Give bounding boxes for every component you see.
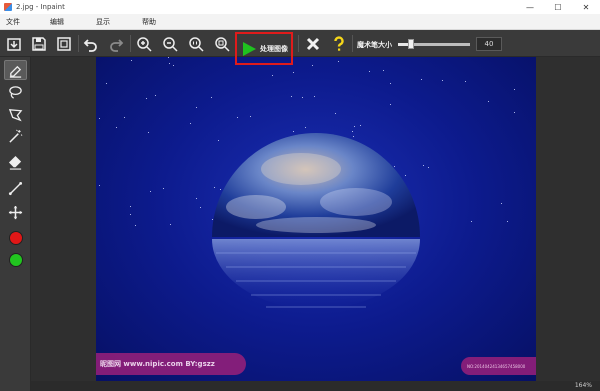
- save-icon: [32, 37, 46, 51]
- marker-tool[interactable]: [4, 60, 27, 80]
- menu-help[interactable]: 帮助: [142, 17, 156, 27]
- eraser-icon: [8, 155, 22, 170]
- title-bar: 2.jpg - Inpaint — ☐ ✕: [0, 0, 600, 14]
- toolbar-separator: [78, 35, 79, 52]
- zoom-in-icon: [137, 37, 152, 52]
- toolbar-separator: [352, 35, 353, 52]
- status-bar: 164%: [31, 381, 600, 391]
- save-button[interactable]: [29, 34, 49, 54]
- save-as-button[interactable]: [54, 34, 74, 54]
- menu-view[interactable]: 显示: [96, 17, 110, 27]
- brush-size-label: 魔术笔大小: [357, 41, 392, 49]
- move-tool[interactable]: [4, 202, 27, 222]
- play-icon: [243, 41, 256, 56]
- maximize-button[interactable]: ☐: [544, 0, 572, 14]
- watermark-right-text: NO:20140424134657458000: [467, 363, 526, 369]
- zoom-out-button[interactable]: [160, 34, 180, 54]
- green-marker-color[interactable]: [4, 250, 27, 270]
- magic-wand-icon: [9, 129, 23, 143]
- watermark-left-text: 昵图网 www.nipic.com BY:gszz: [100, 360, 215, 368]
- app-window: 2.jpg - Inpaint — ☐ ✕ 文件 编辑 显示 帮助 处理图像 魔…: [0, 0, 600, 391]
- brush-size-slider-handle[interactable]: [407, 39, 414, 49]
- toolbar-separator: [130, 35, 131, 52]
- redo-button[interactable]: [106, 34, 126, 54]
- marker-icon: [9, 65, 22, 78]
- watermark-right: NO:20140424134657458000: [461, 357, 536, 375]
- watermark-left: 昵图网 www.nipic.com BY:gszz: [96, 353, 246, 375]
- open-button[interactable]: [4, 34, 24, 54]
- toolbar: 处理图像 魔术笔大小 40: [0, 30, 600, 65]
- zoom-level: 164%: [574, 382, 592, 389]
- line-icon: [8, 181, 23, 195]
- fit-window-button[interactable]: [212, 34, 232, 54]
- close-window-button[interactable]: ✕: [572, 0, 600, 14]
- brush-size-input[interactable]: 40: [476, 37, 502, 51]
- red-marker-color[interactable]: [4, 228, 27, 248]
- fit-window-icon: [215, 37, 230, 52]
- canvas-area[interactable]: 昵图网 www.nipic.com BY:gszz NO:20140424134…: [31, 57, 600, 381]
- earth-illustration: [212, 133, 420, 309]
- minimize-button[interactable]: —: [516, 0, 544, 14]
- window-controls: — ☐ ✕: [516, 0, 600, 14]
- help-button[interactable]: [329, 34, 349, 54]
- cancel-button[interactable]: [303, 34, 323, 54]
- actual-size-button[interactable]: [186, 34, 206, 54]
- polygon-lasso-icon: [8, 108, 23, 121]
- move-icon: [8, 205, 23, 219]
- redo-icon: [110, 39, 124, 52]
- undo-icon: [83, 39, 97, 52]
- help-icon: [334, 36, 344, 51]
- zoom-out-icon: [163, 37, 178, 52]
- actual-size-icon: [189, 37, 204, 52]
- menu-edit[interactable]: 编辑: [50, 17, 64, 27]
- edited-image[interactable]: 昵图网 www.nipic.com BY:gszz NO:20140424134…: [96, 57, 536, 381]
- lasso-tool[interactable]: [4, 82, 27, 102]
- brush-size-slider[interactable]: [398, 39, 470, 49]
- save-as-icon: [57, 37, 71, 51]
- menu-bar: 文件 编辑 显示 帮助: [0, 14, 600, 30]
- zoom-in-button[interactable]: [134, 34, 154, 54]
- cancel-icon: [306, 37, 320, 51]
- magic-wand-tool[interactable]: [4, 126, 27, 146]
- undo-button[interactable]: [81, 34, 101, 54]
- toolbar-separator: [298, 35, 299, 52]
- process-image-label: 处理图像: [260, 44, 288, 53]
- window-title: 2.jpg - Inpaint: [16, 3, 65, 11]
- line-tool[interactable]: [4, 178, 27, 198]
- red-color-swatch: [8, 231, 23, 245]
- lasso-icon: [9, 85, 22, 99]
- green-color-swatch: [8, 253, 23, 267]
- eraser-tool[interactable]: [4, 152, 27, 172]
- tool-panel: [0, 57, 31, 391]
- polygon-lasso-tool[interactable]: [4, 104, 27, 124]
- app-icon: [4, 3, 12, 11]
- open-icon: [7, 38, 21, 51]
- menu-file[interactable]: 文件: [6, 17, 20, 27]
- process-image-button[interactable]: 处理图像: [235, 32, 293, 65]
